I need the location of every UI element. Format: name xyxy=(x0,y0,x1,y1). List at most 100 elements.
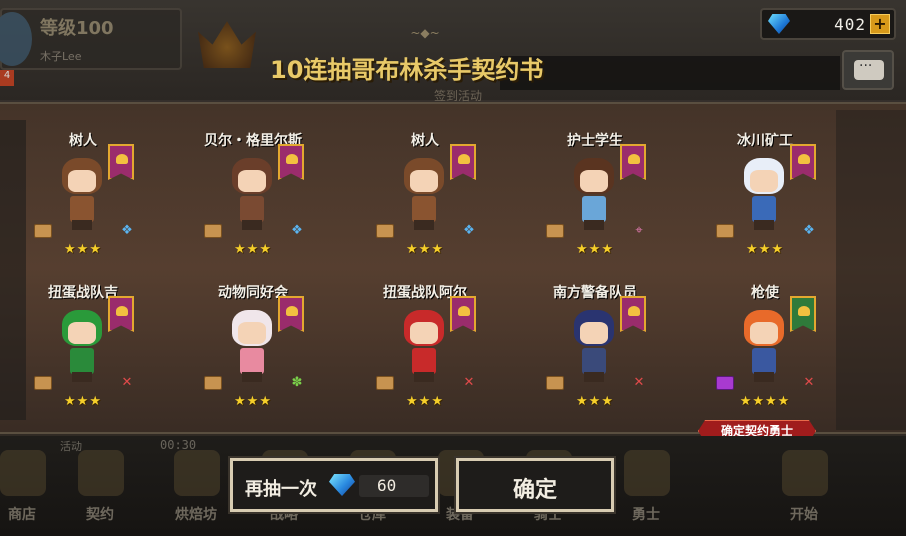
hero-sprite xyxy=(568,152,620,230)
hero-sprite xyxy=(738,152,790,230)
nav-icon xyxy=(624,450,670,496)
wing-icon: ❖ xyxy=(463,223,475,238)
level-badge: 4 xyxy=(0,70,14,86)
star-rating: ★★★ xyxy=(406,394,444,409)
nav-icon xyxy=(174,450,220,496)
page-title: 10连抽哥布林杀手契约书 xyxy=(270,56,544,84)
star-rating: ★★★ xyxy=(234,394,272,409)
confirm-label: 确定 xyxy=(512,478,557,503)
hero-name: 扭蛋战队吉 xyxy=(48,285,118,301)
scroll-icon xyxy=(716,376,734,390)
hero-name: 树人 xyxy=(69,133,97,149)
star-rating: ★★★ xyxy=(746,242,784,257)
draw-again-label: 再抽一次 xyxy=(245,479,317,500)
scroll-icon xyxy=(34,224,52,238)
scroll-icon xyxy=(34,376,52,390)
sword-icon: ✕ xyxy=(463,375,475,390)
nav-item[interactable]: 勇士 xyxy=(606,436,686,536)
rank-banner-icon xyxy=(790,144,816,180)
hero-sprite xyxy=(568,304,620,382)
nav-icon xyxy=(0,450,46,496)
add-gems-button[interactable]: + xyxy=(870,14,890,34)
star-rating: ★★★ xyxy=(576,242,614,257)
player-avatar xyxy=(0,12,32,66)
gem-count: 402 xyxy=(834,15,866,34)
sword-icon: ✕ xyxy=(633,375,645,390)
hero-sprite xyxy=(56,304,108,382)
confirm-button[interactable]: 确定 xyxy=(454,456,616,514)
hero-sprite xyxy=(398,304,450,382)
nav-label: 烘焙坊 xyxy=(175,507,217,523)
right-side-shade xyxy=(836,110,906,430)
hero-card[interactable]: 贝尔・格里尔斯 ❖ ★★★ xyxy=(178,130,328,270)
rank-banner-icon xyxy=(108,296,134,332)
hero-card[interactable]: 动物同好会 ✽ ★★★ xyxy=(178,282,328,422)
rank-banner-icon xyxy=(278,144,304,180)
hero-name: 冰川矿工 xyxy=(737,133,793,149)
hero-name: 护士学生 xyxy=(567,133,623,149)
star-rating: ★★★ xyxy=(576,394,614,409)
draw-again-button[interactable]: 再抽一次 60 xyxy=(228,456,440,514)
chat-icon xyxy=(854,58,884,80)
nav-item[interactable]: 开始 xyxy=(764,436,844,536)
rank-banner-icon xyxy=(108,144,134,180)
cost-box: 60 xyxy=(359,475,429,497)
nav-icon xyxy=(782,450,828,496)
activity-label: 活动 xyxy=(60,440,82,453)
hero-name: 南方警备队员 xyxy=(553,285,637,301)
nav-icon xyxy=(78,450,124,496)
timer-label: 00:30 xyxy=(160,438,197,452)
gem-icon xyxy=(329,474,355,496)
hero-card[interactable]: 扭蛋战队阿尔 ✕ ★★★ xyxy=(350,282,500,422)
scroll-icon xyxy=(204,376,222,390)
hero-name: 扭蛋战队阿尔 xyxy=(383,285,467,301)
hero-name: 动物同好会 xyxy=(218,285,288,301)
header-strip xyxy=(500,56,840,90)
hero-sprite xyxy=(226,152,278,230)
gem-icon xyxy=(768,14,790,34)
bottom-nav: 商店 契约 烘焙坊 战略 仓库 装备 骑士 勇士 开始 xyxy=(0,436,906,536)
draw-cost: 60 xyxy=(377,476,397,495)
nav-label: 商店 xyxy=(8,507,36,523)
nav-label: 开始 xyxy=(790,507,818,523)
hero-sprite xyxy=(738,304,790,382)
nav-label: 勇士 xyxy=(632,507,660,523)
scroll-icon xyxy=(376,224,394,238)
hero-card[interactable]: 扭蛋战队吉 ✕ ★★★ xyxy=(8,282,158,422)
scroll-icon xyxy=(376,376,394,390)
star-rating: ★★★ xyxy=(406,242,444,257)
scroll-icon xyxy=(546,224,564,238)
scroll-icon xyxy=(204,224,222,238)
hero-name: 枪使 xyxy=(751,285,779,301)
player-panel[interactable]: 等级100 木子Lee xyxy=(0,8,182,70)
hero-name: 树人 xyxy=(411,133,439,149)
leaf-icon: ✽ xyxy=(291,375,303,390)
hero-card[interactable]: 冰川矿工 ❖ ★★★ xyxy=(690,130,840,270)
hero-card[interactable]: 树人 ❖ ★★★ xyxy=(350,130,500,270)
hero-card[interactable]: 护士学生 ⌖ ★★★ xyxy=(520,130,670,270)
hero-card[interactable]: 树人 ❖ ★★★ xyxy=(8,130,158,270)
nav-label: 契约 xyxy=(86,507,114,523)
wing-icon: ❖ xyxy=(291,223,303,238)
rank-banner-icon xyxy=(450,296,476,332)
wing-icon: ❖ xyxy=(803,223,815,238)
header-ornament: ~◆~ xyxy=(410,26,440,40)
sword-icon: ✕ xyxy=(121,375,133,390)
chat-button[interactable] xyxy=(842,50,894,90)
player-level: 等级100 xyxy=(40,18,114,39)
rank-banner-icon xyxy=(620,144,646,180)
gem-counter: 402 + xyxy=(760,8,896,40)
hero-card[interactable]: 南方警备队员 ✕ ★★★ xyxy=(520,282,670,422)
player-name: 木子Lee xyxy=(40,50,82,63)
sword-icon: ✕ xyxy=(803,375,815,390)
hero-sprite xyxy=(398,152,450,230)
rank-banner-icon xyxy=(790,296,816,332)
wing-icon: ❖ xyxy=(121,223,133,238)
nav-item[interactable]: 商店 xyxy=(0,436,62,536)
star-rating: ★★★★ xyxy=(739,394,791,409)
hero-name: 贝尔・格里尔斯 xyxy=(204,133,302,149)
scroll-icon xyxy=(716,224,734,238)
star-rating: ★★★ xyxy=(234,242,272,257)
hero-sprite xyxy=(226,304,278,382)
hero-card[interactable]: 枪使 ✕ ★★★★ xyxy=(690,282,840,422)
